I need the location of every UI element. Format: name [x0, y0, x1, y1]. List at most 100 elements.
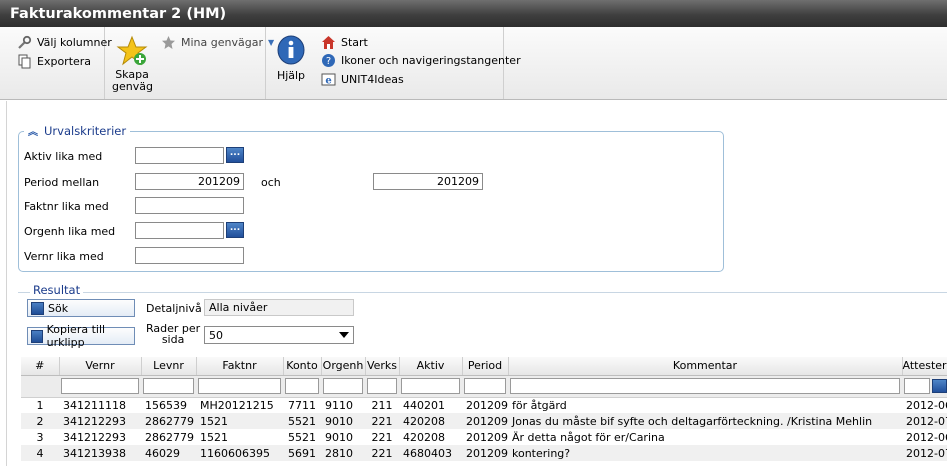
ribbon-group-shortcuts: Skapa genväg Mina genvägar ▼ — [105, 27, 274, 99]
unit4ideas-link[interactable]: e UNIT4Ideas — [320, 71, 404, 87]
rows-per-page-label-2: sida — [161, 333, 185, 346]
table-row[interactable]: 2 341212293 2862779 1521 5521 9010 221 420208 20… — [21, 413, 947, 429]
table-cell: 2862779 — [141, 429, 196, 445]
table-row[interactable]: 3 341212293 2862779 1521 5521 9010 221 420208 20… — [21, 429, 947, 445]
col-header-levnr[interactable]: Levnr — [141, 357, 197, 376]
table-cell: 2810 — [321, 445, 365, 461]
filter-levnr-input[interactable] — [143, 378, 194, 394]
filter-kommentar-input[interactable] — [510, 378, 900, 394]
copy-to-clipboard-button[interactable]: Kopiera till urklipp — [27, 323, 135, 349]
table-cell: 5521 — [283, 429, 321, 445]
icons-nav-keys-link[interactable]: ? Ikoner och navigeringstangenter — [320, 52, 521, 68]
filter-aktiv-input[interactable] — [401, 378, 460, 394]
filter-verks-input[interactable] — [367, 378, 397, 394]
copy-button-label: Kopiera till urklipp — [46, 323, 106, 349]
star-icon — [160, 34, 176, 50]
period-label: Period mellan — [24, 176, 100, 189]
collapse-chevron-icon: ︽ — [28, 127, 38, 138]
table-cell: 201209 — [462, 397, 508, 413]
period-from-input[interactable] — [135, 173, 244, 190]
filter-faktnr-input[interactable] — [198, 378, 281, 394]
filter-cell-attesterad — [902, 375, 947, 398]
svg-text:e: e — [325, 75, 331, 86]
info-icon — [274, 34, 308, 70]
filter-cell-kommentar — [508, 375, 902, 398]
filter-cell-verks — [365, 375, 399, 398]
col-header-kommentar[interactable]: Kommentar — [508, 357, 903, 376]
help-button[interactable]: Hjälp — [274, 34, 308, 82]
filter-cell-levnr — [141, 375, 196, 398]
orgunit-lookup-button[interactable]: ... — [226, 222, 244, 238]
col-header-attesterad[interactable]: Attesterad — [902, 357, 947, 376]
col-header-aktiv[interactable]: Aktiv — [399, 357, 463, 376]
ribbon-toolbar: Välj kolumner Exportera Skapa genväg Min… — [0, 27, 947, 100]
col-header-vernr[interactable]: Vernr — [59, 357, 142, 376]
invoice-input[interactable] — [135, 197, 244, 214]
table-cell: 2012-07-10 — [902, 445, 947, 461]
filter-attesterad-input[interactable] — [904, 378, 930, 394]
table-cell: 2862779 — [141, 413, 196, 429]
create-shortcut-label-2: genväg — [112, 80, 153, 93]
table-cell: 4680403 — [399, 445, 462, 461]
col-header-verks[interactable]: Verks — [365, 357, 400, 376]
col-header-period[interactable]: Period — [462, 357, 509, 376]
result-divider — [18, 292, 947, 293]
table-cell: 341212293 — [59, 413, 141, 429]
table-cell: 1521 — [196, 429, 283, 445]
col-header-faktnr[interactable]: Faktnr — [196, 357, 284, 376]
table-cell: 341213938 — [59, 445, 141, 461]
home-icon — [320, 34, 336, 50]
filter-vernr-input[interactable] — [61, 378, 139, 394]
table-cell: för åtgärd — [508, 397, 902, 413]
filter-calendar-icon[interactable] — [932, 378, 947, 393]
export-label: Exportera — [37, 54, 92, 68]
filter-cell-konto — [283, 375, 321, 398]
table-cell: 221 — [365, 429, 399, 445]
active-lookup-button[interactable]: ... — [226, 147, 244, 163]
window-title: Fakturakommentar 2 (HM) — [0, 0, 947, 27]
search-button[interactable]: Sök — [27, 299, 135, 317]
export-button[interactable]: Exportera — [16, 53, 91, 69]
grid-filter-row — [21, 375, 947, 398]
table-row[interactable]: 4 341213938 46029 1160606395 5691 2810 221 4680… — [21, 445, 947, 461]
rows-per-page-value: 50 — [209, 329, 223, 342]
filter-cell-faktnr — [196, 375, 283, 398]
period-and-label: och — [261, 176, 281, 189]
filter-orgenh-input[interactable] — [323, 378, 363, 394]
table-cell: 1160606395 — [196, 445, 283, 461]
filter-konto-input[interactable] — [285, 378, 319, 394]
criteria-legend-label: Urvalskriterier — [44, 123, 127, 138]
orgunit-input[interactable] — [135, 222, 224, 239]
col-header-orgenh[interactable]: Orgenh — [321, 357, 366, 376]
col-header-konto[interactable]: Konto — [283, 357, 322, 376]
voucher-input[interactable] — [135, 247, 244, 264]
my-shortcuts-label: Mina genvägar — [181, 35, 263, 49]
create-shortcut-button[interactable]: Skapa genväg — [112, 35, 153, 93]
table-cell: 4 — [21, 445, 59, 461]
table-cell: 201209 — [462, 413, 508, 429]
rows-per-page-select[interactable]: 50 — [204, 326, 354, 344]
table-cell: 201209 — [462, 429, 508, 445]
criteria-legend[interactable]: ︽ Urvalskriterier — [24, 123, 131, 138]
table-row[interactable]: 1 341211118 156539 MH20121215 7711 9110 211 440… — [21, 397, 947, 413]
main-content: ︽ Urvalskriterier Aktiv lika med ... Per… — [6, 101, 947, 466]
start-link[interactable]: Start — [320, 34, 368, 50]
dropdown-arrow-icon — [339, 332, 349, 338]
period-to-input[interactable] — [373, 173, 483, 190]
col-header-number[interactable]: # — [21, 357, 60, 376]
active-input[interactable] — [135, 147, 224, 164]
my-shortcuts-button[interactable]: Mina genvägar ▼ — [160, 34, 274, 50]
svg-text:?: ? — [325, 56, 330, 67]
select-columns-label: Välj kolumner — [37, 35, 112, 49]
help-label: Hjälp — [276, 69, 306, 82]
table-cell: 3 — [21, 429, 59, 445]
table-cell: 341211118 — [59, 397, 141, 413]
icons-nav-keys-label: Ikoner och navigeringstangenter — [341, 53, 521, 67]
table-cell: 420208 — [399, 413, 462, 429]
voucher-label: Vernr lika med — [24, 250, 104, 263]
filter-cell-orgenh — [321, 375, 365, 398]
table-cell: 420208 — [399, 429, 462, 445]
table-cell: 7711 — [283, 397, 321, 413]
select-columns-button[interactable]: Välj kolumner — [16, 34, 112, 50]
filter-period-input[interactable] — [464, 378, 506, 394]
